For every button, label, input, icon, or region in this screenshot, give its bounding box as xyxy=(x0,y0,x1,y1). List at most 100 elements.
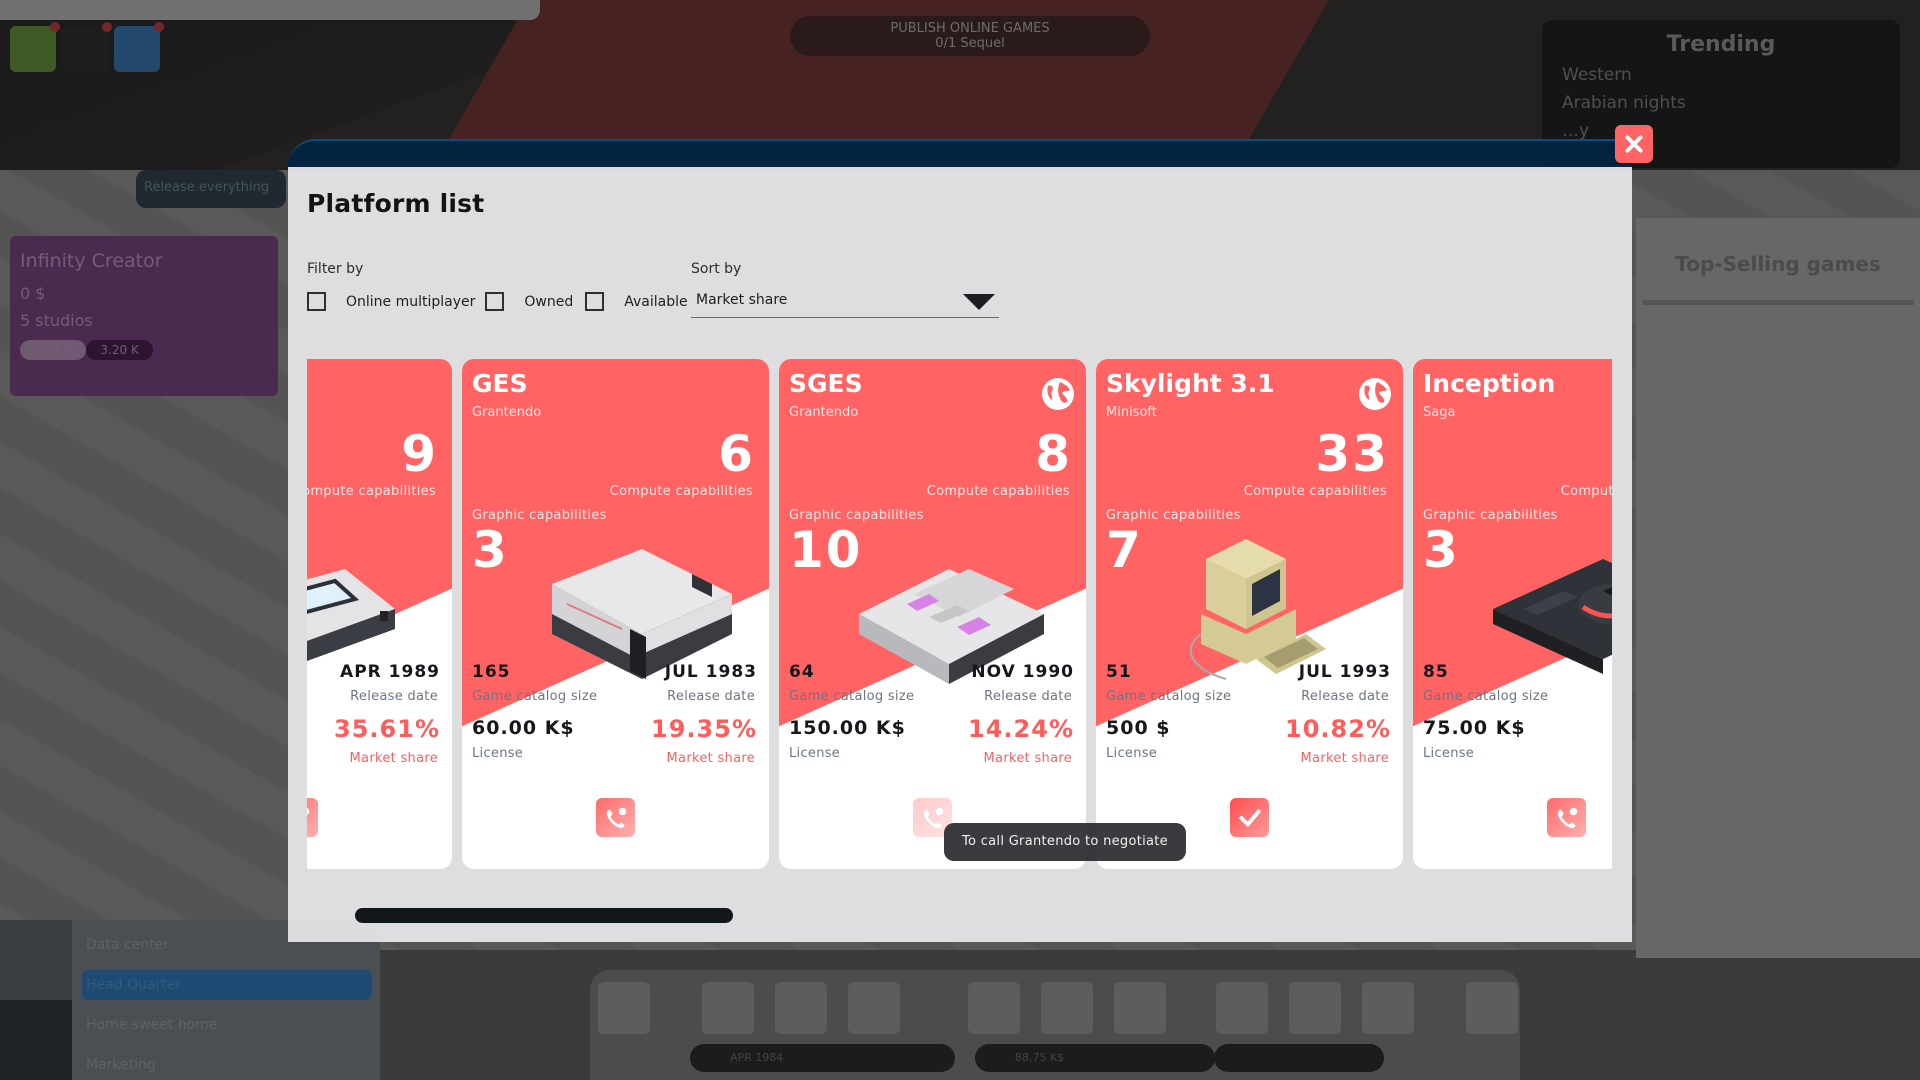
online-multiplayer-globe-icon xyxy=(1042,378,1074,410)
platform-name: Inception xyxy=(1423,369,1556,398)
license-value: 75.00 K$ xyxy=(1423,717,1526,739)
chevron-down-icon xyxy=(963,294,995,310)
toolbar-icon-shop xyxy=(702,982,754,1034)
trending-item: …y xyxy=(1562,121,1590,141)
license-label: License xyxy=(1423,746,1475,761)
manufacturer-name: Grantendo xyxy=(789,405,859,420)
license-label: License xyxy=(1106,746,1158,761)
owned-checkbox[interactable] xyxy=(485,292,505,311)
date-display: APR 1984 xyxy=(690,1044,955,1072)
studio-pill-right: 3.20 K xyxy=(86,340,153,360)
notification-icon-chip[interactable] xyxy=(62,22,112,72)
compute-value: 9 xyxy=(401,425,438,483)
toolbar-icon-upgrade xyxy=(1216,982,1268,1034)
toolbar-icon-network xyxy=(848,982,900,1034)
platform-cards-carousel: 9 Compute capabilities APR 1989 Release … xyxy=(307,359,1612,871)
catalog-size-label: Game catalog size xyxy=(472,689,598,704)
available-checkbox[interactable] xyxy=(585,292,605,311)
release-date-value: NOV 1990 xyxy=(971,662,1074,682)
room-row-selected: Head Quarter xyxy=(82,970,372,1000)
license-value: 500 $ xyxy=(1106,717,1171,739)
catalog-size-value: 64 xyxy=(789,662,815,682)
owned-label[interactable]: Owned xyxy=(524,294,573,310)
online-multiplayer-label[interactable]: Online multiplayer xyxy=(346,294,475,310)
room-row: Marketing xyxy=(86,1057,156,1073)
platform-card: GES Grantendo 6 Compute capabilities Gra… xyxy=(462,359,769,869)
market-share-label: Market share xyxy=(349,751,438,766)
hud-notifications xyxy=(10,22,164,72)
notification-icon-hardware[interactable] xyxy=(10,22,60,72)
phone-call-icon xyxy=(923,807,943,828)
studio-money: 0 $ xyxy=(20,284,46,303)
cards-horizontal-scrollbar[interactable] xyxy=(355,908,733,923)
sort-by-dropdown[interactable]: Market share xyxy=(691,288,999,318)
manufacturer-name: Saga xyxy=(1423,405,1456,420)
toolbar-icon-settings xyxy=(1466,982,1518,1034)
platform-name: Skylight 3.1 xyxy=(1106,369,1275,398)
graphic-value: 3 xyxy=(472,521,509,579)
license-value: 150.00 K$ xyxy=(789,717,906,739)
platform-card: Inception Saga Compute capabilities Grap… xyxy=(1413,359,1612,869)
toolbar-icon-competitors xyxy=(1289,982,1341,1034)
call-manufacturer-button[interactable] xyxy=(307,798,318,837)
objective-banner: PUBLISH ONLINE GAMES 0/1 Sequel xyxy=(790,16,1150,56)
manufacturer-name: Grantendo xyxy=(472,405,542,420)
compute-label: Compute capabilities xyxy=(307,484,436,499)
rooms-panel: Data center Head Quarter Home sweet home… xyxy=(0,920,380,1080)
studio-pill-left: 3.61 K xyxy=(20,340,87,360)
platform-name: SGES xyxy=(789,369,863,398)
room-row: Home sweet home xyxy=(86,1017,218,1033)
market-share-value: 35.61% xyxy=(334,715,440,743)
studio-panel: Infinity Creator 0 $ 5 studios 3.61 K 3.… xyxy=(10,236,278,396)
market-share-label: Market share xyxy=(983,751,1072,766)
catalog-size-value: 85 xyxy=(1423,662,1449,682)
market-share-value: 10.82% xyxy=(1285,715,1391,743)
megadrive-console-image xyxy=(1493,559,1612,674)
license-value: 60.00 K$ xyxy=(472,717,575,739)
available-label[interactable]: Available xyxy=(624,294,687,310)
top-bar xyxy=(0,0,540,20)
toolbar-icon-stats xyxy=(775,982,827,1034)
filter-options: Online multiplayer Owned Available xyxy=(307,292,698,311)
owned-status-button[interactable] xyxy=(1230,798,1269,837)
filter-by-label: Filter by xyxy=(307,261,364,277)
close-button[interactable] xyxy=(1615,125,1653,163)
trending-item: Arabian nights xyxy=(1562,93,1686,113)
compute-label: Compute capabilities xyxy=(926,484,1070,499)
graphic-value: 3 xyxy=(1423,521,1460,579)
phone-call-icon xyxy=(1557,807,1577,828)
phone-call-icon xyxy=(307,807,309,826)
studio-name: Infinity Creator xyxy=(20,250,163,272)
toolbar-icon-research xyxy=(1041,982,1093,1034)
online-multiplayer-checkbox[interactable] xyxy=(307,292,326,311)
hype-display xyxy=(1214,1044,1384,1072)
call-manufacturer-button[interactable] xyxy=(1547,798,1586,837)
release-date-value: JUL 1993 xyxy=(1298,662,1391,682)
checkmark-icon xyxy=(1238,809,1261,826)
call-manufacturer-button[interactable] xyxy=(596,798,635,837)
divider xyxy=(1642,300,1914,305)
modal-title: Platform list xyxy=(307,189,485,218)
compute-value: 6 xyxy=(718,425,755,483)
compute-value: 33 xyxy=(1315,425,1389,483)
notification-icon-calculator[interactable] xyxy=(114,22,164,72)
release-date-value: APR 1989 xyxy=(340,662,440,682)
building-icon xyxy=(0,920,72,1000)
trending-item: Western xyxy=(1562,65,1632,85)
release-everything-button: Release everything xyxy=(136,170,286,208)
market-share-value: 14.24% xyxy=(968,715,1074,743)
sort-by-label: Sort by xyxy=(691,261,742,277)
license-label: License xyxy=(789,746,841,761)
catalog-size-label: Game catalog size xyxy=(1423,689,1549,704)
studio-count: 5 studios xyxy=(20,311,93,330)
toolbar-icon-staff xyxy=(968,982,1020,1034)
platform-card: SGES Grantendo 8 Compute capabilities Gr… xyxy=(779,359,1086,869)
toolbar-icon-build xyxy=(1114,982,1166,1034)
market-share-value: 19.35% xyxy=(651,715,757,743)
phone-call-icon xyxy=(606,807,626,828)
trending-title: Trending xyxy=(1666,32,1776,57)
release-date-label: Release date xyxy=(667,689,755,704)
objective-title: PUBLISH ONLINE GAMES xyxy=(890,21,1050,36)
compute-value: 8 xyxy=(1035,425,1072,483)
market-share-label: Market share xyxy=(666,751,755,766)
